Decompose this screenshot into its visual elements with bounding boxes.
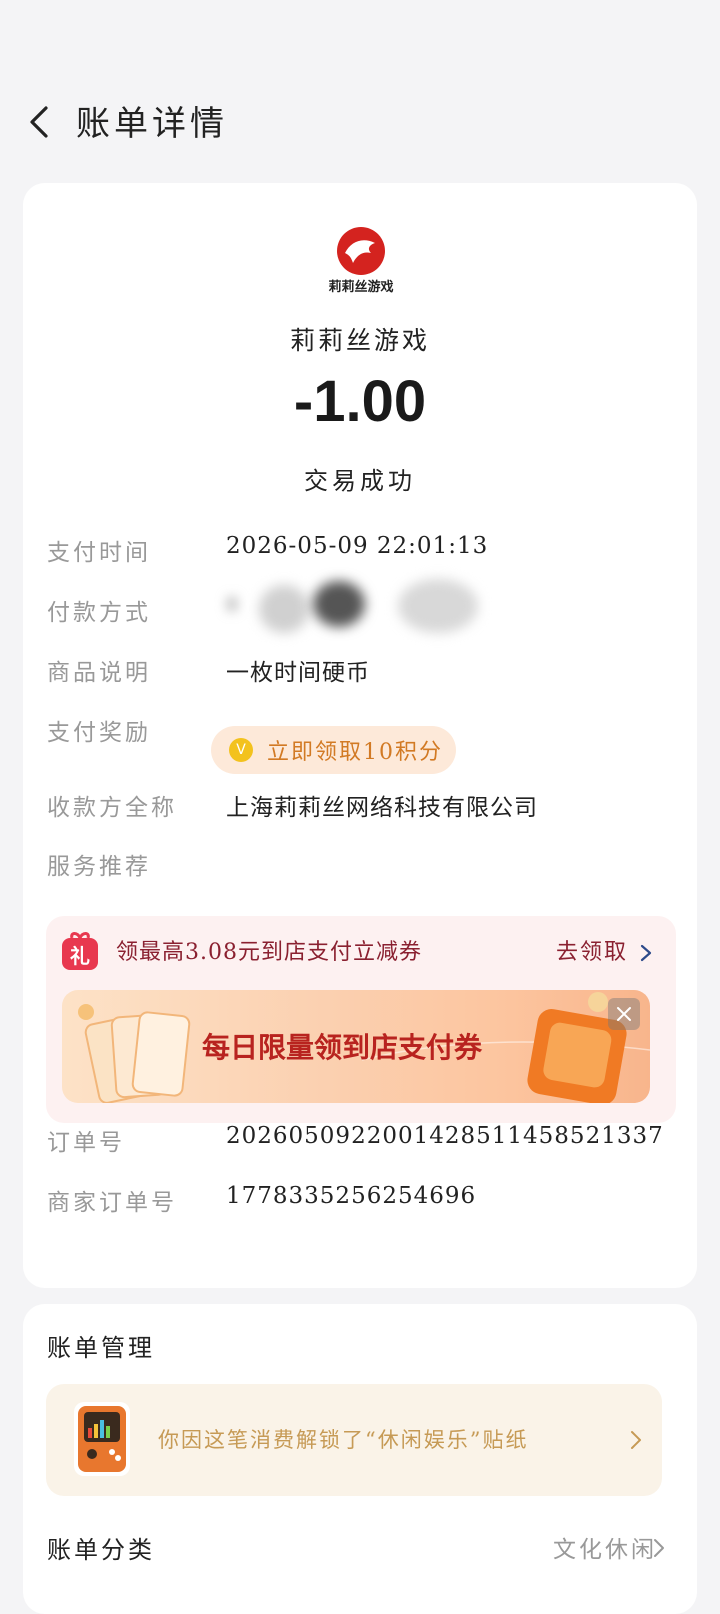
merchant-order-value[interactable]: 1778335256254696	[226, 1183, 476, 1209]
back-chevron-icon[interactable]	[22, 102, 62, 142]
gift-icon: 礼	[62, 932, 98, 970]
sticker-text: 你因这笔消费解锁了“休闲娱乐”贴纸	[158, 1428, 529, 1452]
top-bar: 账单详情	[0, 90, 720, 154]
banner-text: 每日限量领到店支付券	[202, 1031, 483, 1064]
transaction-status: 交易成功	[304, 467, 416, 495]
bill-management-card: 账单管理 你因这笔消费解锁了“休闲娱乐”贴纸 账单分类 文化休闲	[23, 1304, 697, 1614]
chevron-right-icon	[631, 1431, 641, 1449]
game-console-sticker-icon	[74, 1402, 130, 1476]
merchant-order-label: 商家订单号	[47, 1190, 177, 1216]
reward-label: 支付奖励	[47, 720, 151, 746]
bill-detail-card: 莉莉丝游戏 莉莉丝游戏 -1.00 交易成功 支付时间 2026-05-09 2…	[23, 183, 697, 1288]
close-banner-button[interactable]	[608, 998, 640, 1030]
pay-time-label: 支付时间	[47, 540, 151, 566]
close-icon	[617, 1007, 631, 1021]
chevron-right-icon[interactable]	[653, 1538, 665, 1558]
logo-text: 莉莉丝游戏	[328, 279, 393, 295]
pay-time-value: 2026-05-09 22:01:13	[226, 533, 489, 559]
section-title: 账单管理	[47, 1334, 155, 1362]
transaction-amount: -1.00	[293, 369, 427, 434]
claim-points-label: 立即领取10积分	[267, 740, 443, 765]
merchant-logo: 莉莉丝游戏	[328, 227, 394, 295]
coin-icon: V	[229, 738, 253, 762]
bill-category-value[interactable]: 文化休闲	[553, 1530, 657, 1564]
sticker-unlock-banner[interactable]: 你因这笔消费解锁了“休闲娱乐”贴纸	[46, 1384, 662, 1496]
payee-value: 上海莉莉丝网络科技有限公司	[226, 795, 538, 821]
svg-text:礼: 礼	[70, 944, 90, 968]
claim-points-button[interactable]: V 立即领取10积分	[211, 726, 456, 774]
product-value: 一枚时间硬币	[226, 660, 370, 686]
promo-card[interactable]: 礼 领最高3.08元到店支付立减券 去领取 每日限量领到店支付券	[46, 916, 676, 1123]
service-label: 服务推荐	[47, 854, 151, 880]
page-title: 账单详情	[76, 104, 228, 144]
claim-coupon-link[interactable]: 去领取	[556, 934, 628, 966]
coupon-banner[interactable]: 每日限量领到店支付券	[62, 990, 650, 1103]
payee-label: 收款方全称	[47, 795, 177, 821]
merchant-name: 莉莉丝游戏	[289, 326, 430, 355]
product-label: 商品说明	[47, 660, 151, 686]
chevron-right-icon	[640, 944, 652, 962]
order-number-label: 订单号	[47, 1130, 125, 1156]
order-number-value[interactable]: 2026050922001428511458521337	[226, 1123, 664, 1149]
pay-method-label: 付款方式	[47, 600, 151, 626]
bill-category-label: 账单分类	[47, 1536, 155, 1564]
promo-text: 领最高3.08元到店支付立减券	[116, 940, 422, 965]
